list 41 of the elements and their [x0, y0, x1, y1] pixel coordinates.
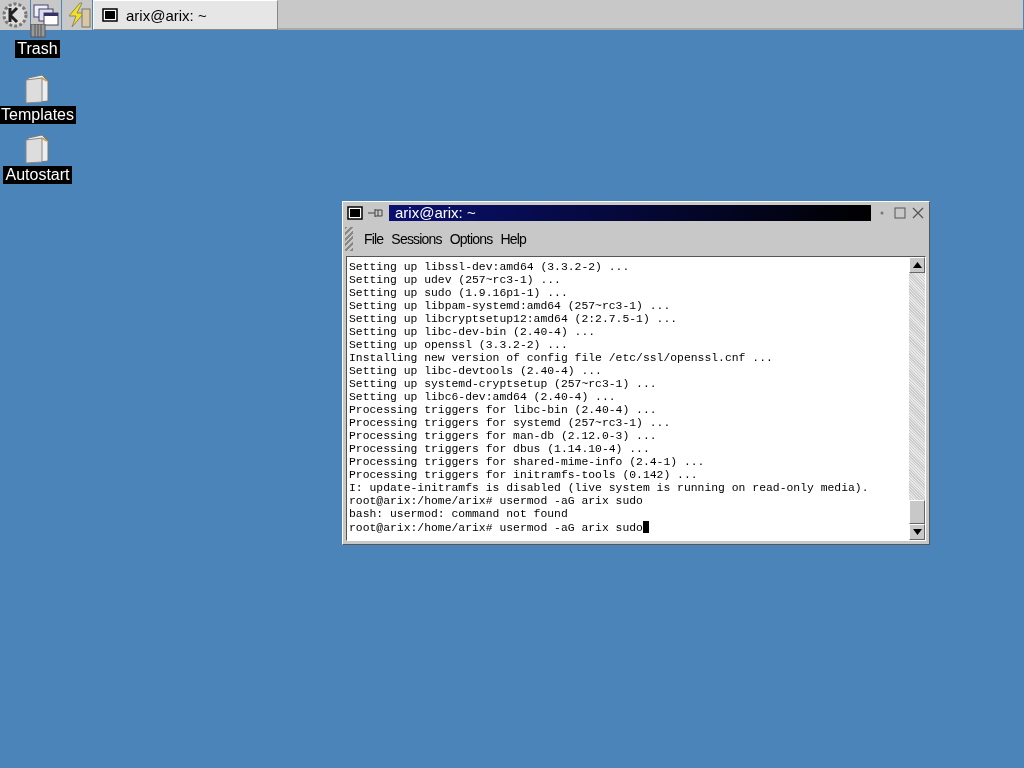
terminal-line: Setting up openssl (3.3.2-2) ...	[349, 339, 569, 352]
text-cursor	[642, 521, 649, 533]
terminal-icon[interactable]	[347, 206, 363, 220]
close-icon[interactable]	[911, 206, 925, 220]
terminal-line: Processing triggers for man-db (2.12.0-3) ...	[349, 430, 658, 443]
terminal-line: Setting up systemd-cryptsetup (257~rc3-1) ...	[349, 378, 658, 391]
terminal-line: Processing triggers for libc-bin (2.40-4) ...	[349, 404, 658, 417]
terminal-line: Setting up udev (257~rc3-1) ...	[349, 274, 562, 287]
terminal-line: Processing triggers for shared-mime-info (2.4-1) ...	[349, 456, 706, 469]
menu-item[interactable]: Sessions	[388, 231, 445, 247]
menu-item[interactable]: Help	[497, 231, 530, 247]
terminal-line: Setting up libpam-systemd:amd64 (257~rc3-1) ...	[349, 300, 672, 313]
desktop-icon-label[interactable]: Autostart	[3, 166, 72, 184]
terminal-line: root@arix:/home/arix# usermod -aG arix sudo	[349, 495, 644, 508]
terminal-line: Setting up libc6-dev:amd64 (2.40-4) ...	[349, 391, 617, 404]
gear-k-icon[interactable]	[0, 0, 30, 30]
scrollbar[interactable]	[909, 257, 925, 540]
terminal-line: Processing triggers for dbus (1.14.10-4) ...	[349, 443, 651, 456]
terminal-line: Processing triggers for systemd (257~rc3-1) ...	[349, 417, 672, 430]
terminal-line: Setting up libssl-dev:amd64 (3.3.2-2) ...	[349, 261, 631, 274]
desktop-icon-label[interactable]: Trash	[15, 40, 60, 58]
toolbar-grip[interactable]	[345, 227, 353, 251]
scroll-down-icon[interactable]	[909, 524, 925, 540]
pin-icon[interactable]	[367, 207, 385, 219]
terminal-line: Setting up sudo (1.9.16p1-1) ...	[349, 287, 569, 300]
terminal-line: Setting up libc-devtools (2.40-4) ...	[349, 365, 603, 378]
window-title: arix@arix: ~	[389, 205, 871, 221]
scrollbar-thumb[interactable]	[909, 500, 925, 524]
terminal-line: Processing triggers for initramfs-tools (0.142) ...	[349, 469, 699, 482]
terminal-icon	[102, 8, 118, 22]
terminal-line: Setting up libc-dev-bin (2.40-4) ...	[349, 326, 597, 339]
terminal-line: bash: usermod: command not found	[349, 508, 569, 521]
terminal-line: Setting up libcryptsetup12:amd64 (2:2.7.5-1) ...	[349, 313, 679, 326]
terminal-line: root@arix:/home/arix# usermod -aG arix sudo	[349, 521, 907, 535]
terminal-line: Installing new version of config file /etc/ssl/openssl.cnf ...	[349, 352, 774, 365]
scroll-up-icon[interactable]	[909, 257, 925, 273]
taskbar-window-button[interactable]: arix@arix: ~	[93, 0, 278, 30]
terminal-line: I: update-initramfs is disabled (live system is running on read-only media).	[349, 482, 870, 495]
menu-item[interactable]: File	[361, 231, 387, 247]
desktop-icon-label[interactable]: Templates	[0, 106, 76, 124]
menu-item[interactable]: Options	[446, 231, 496, 247]
